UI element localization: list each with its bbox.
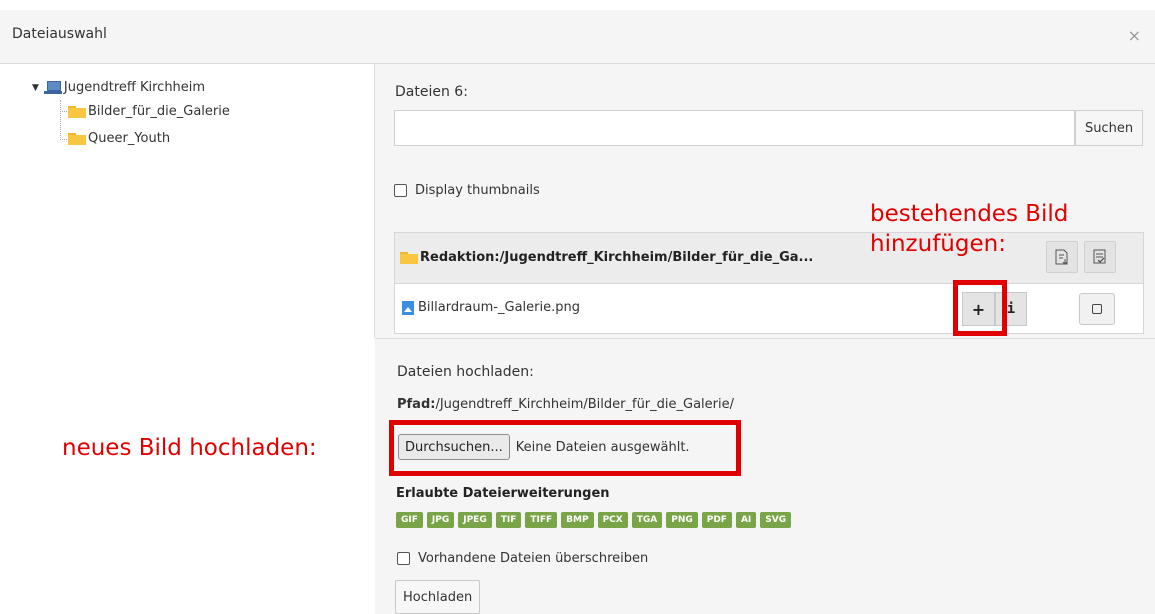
- search-input[interactable]: [394, 110, 1075, 146]
- extension-badge: AI: [735, 512, 757, 528]
- checklist-icon: [1093, 249, 1106, 264]
- file-name[interactable]: Billardraum-_Galerie.png: [418, 300, 580, 315]
- extension-badge: PCX: [597, 512, 628, 528]
- annotation-existing-line2: hinzufügen:: [870, 231, 1006, 257]
- display-thumbnails-label: Display thumbnails: [415, 183, 540, 198]
- dialog-header: Dateiauswahl ×: [0, 10, 1155, 64]
- folder-icon: [400, 251, 418, 264]
- overwrite-label: Vorhandene Dateien überschreiben: [418, 551, 649, 566]
- extension-badge: PDF: [701, 512, 732, 528]
- tree-root-node[interactable]: ▼ Jugendtreff Kirchheim: [32, 80, 205, 95]
- extension-badge: SVG: [760, 512, 792, 528]
- tree-item-label: Bilder_für_die_Galerie: [88, 104, 230, 119]
- folder-icon: [68, 132, 86, 145]
- tree-item-label: Queer_Youth: [88, 131, 171, 146]
- overwrite-checkbox[interactable]: [397, 552, 410, 565]
- display-thumbnails-option[interactable]: Display thumbnails: [394, 183, 540, 198]
- annotation-new-image: neues Bild hochladen:: [62, 435, 317, 461]
- extension-badge: TIFF: [525, 512, 558, 528]
- overwrite-option[interactable]: Vorhandene Dateien überschreiben: [397, 551, 648, 566]
- extension-badge: TGA: [631, 512, 663, 528]
- highlight-add-button: [953, 280, 1007, 336]
- tree-item-bilder[interactable]: Bilder_für_die_Galerie: [68, 104, 230, 119]
- tree-root-label: Jugendtreff Kirchheim: [63, 80, 206, 95]
- tree-line: [60, 139, 67, 140]
- upload-pane: [375, 339, 1155, 614]
- image-file-icon: [402, 300, 414, 315]
- folder-icon: [68, 105, 86, 118]
- server-icon: [43, 80, 62, 95]
- extension-badge: GIF: [396, 512, 423, 528]
- extension-badge: JPEG: [458, 512, 492, 528]
- extension-badge: JPG: [426, 512, 455, 528]
- import-selection-button[interactable]: [1046, 241, 1078, 273]
- import-icon: [1055, 249, 1068, 265]
- upload-path-label: Pfad:: [397, 397, 436, 412]
- annotation-existing-line1: bestehendes Bild: [870, 201, 1069, 227]
- tree-line: [60, 100, 61, 140]
- close-icon[interactable]: ×: [1128, 26, 1141, 45]
- select-file-checkbox[interactable]: [1079, 293, 1115, 325]
- extension-badge: BMP: [561, 512, 594, 528]
- search-button[interactable]: Suchen: [1075, 110, 1143, 146]
- extension-badge: PNG: [666, 512, 698, 528]
- upload-path: Pfad:/Jugendtreff_Kirchheim/Bilder_für_d…: [397, 397, 734, 412]
- upload-path-value: /Jugendtreff_Kirchheim/Bilder_für_die_Ga…: [435, 397, 734, 412]
- extension-badge: TIF: [495, 512, 522, 528]
- tree-line: [60, 111, 67, 112]
- current-path: Redaktion:/Jugendtreff_Kirchheim/Bilder_…: [400, 250, 813, 265]
- caret-down-icon[interactable]: ▼: [32, 83, 39, 93]
- upload-button[interactable]: Hochladen: [395, 580, 481, 614]
- file-entry[interactable]: Billardraum-_Galerie.png: [402, 300, 580, 315]
- files-count: Dateien 6:: [395, 84, 468, 100]
- current-path-label: Redaktion:/Jugendtreff_Kirchheim/Bilder_…: [420, 250, 814, 265]
- checkbox-icon: [1092, 304, 1102, 314]
- display-thumbnails-checkbox[interactable]: [394, 184, 407, 197]
- tree-item-queer-youth[interactable]: Queer_Youth: [68, 131, 170, 146]
- highlight-file-input: [389, 420, 741, 476]
- toggle-selection-button[interactable]: [1084, 241, 1116, 273]
- extensions-title: Erlaubte Dateierweiterungen: [396, 486, 610, 501]
- extensions-list: GIF JPG JPEG TIF TIFF BMP PCX TGA PNG PD…: [396, 512, 795, 528]
- dialog-title: Dateiauswahl: [12, 26, 107, 42]
- upload-title: Dateien hochladen:: [397, 364, 534, 380]
